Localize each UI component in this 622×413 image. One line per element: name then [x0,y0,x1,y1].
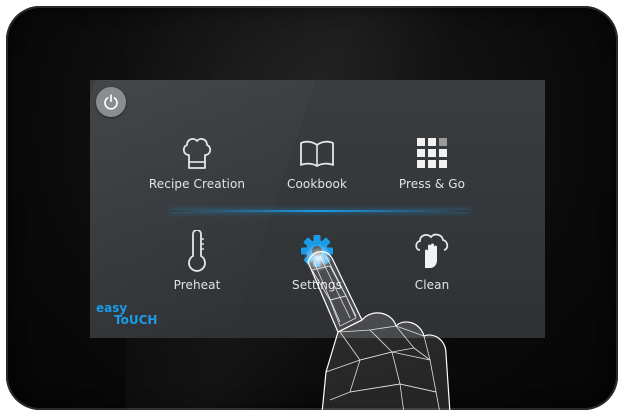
chef-hat-icon [182,138,212,169]
grid-icon [417,138,447,168]
power-button[interactable] [96,87,126,117]
menu-label: Press & Go [398,177,466,191]
open-book-icon [300,140,334,167]
menu-clean[interactable]: Clean [367,230,497,310]
touch-screen: Recipe Creation Cookbook Press & Go Preh… [90,80,545,338]
brand-logo: easy ToUCH [96,302,157,326]
menu-label: Recipe Creation [148,177,246,191]
menu-divider [170,210,470,212]
menu-label: Preheat [173,278,221,292]
menu-recipe-creation[interactable]: Recipe Creation [132,135,262,215]
menu-press-and-go[interactable]: Press & Go [367,135,497,215]
gear-icon [301,235,333,267]
cleaning-hand-icon [415,233,449,268]
brand-line-2: ToUCH [114,313,158,327]
menu-settings[interactable]: Settings [252,230,382,310]
menu-cookbook[interactable]: Cookbook [252,135,382,215]
thermometer-icon [188,230,206,272]
menu-preheat[interactable]: Preheat [132,230,262,310]
menu-label: Clean [414,278,450,292]
menu-label: Settings [291,278,343,292]
menu-label: Cookbook [286,177,348,191]
power-icon [104,94,118,110]
